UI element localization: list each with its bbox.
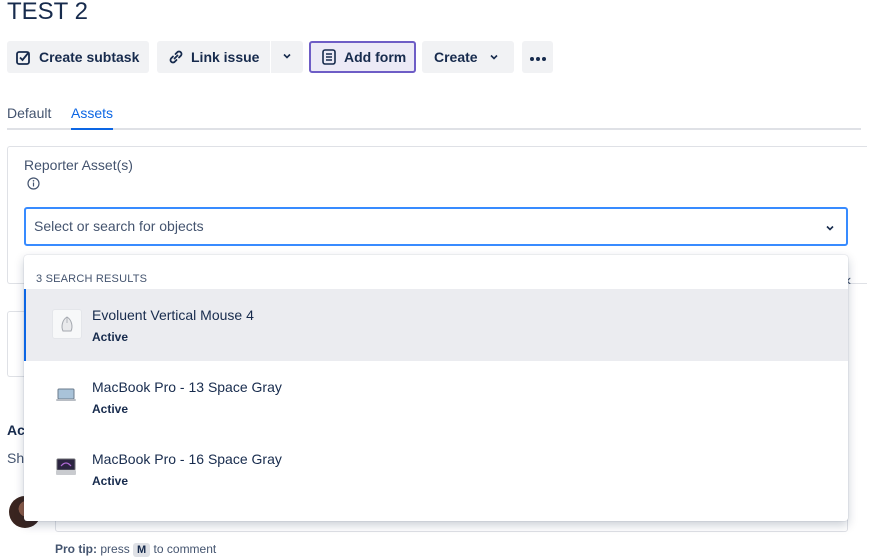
- add-form-button[interactable]: Add form: [309, 41, 416, 73]
- link-icon: [167, 48, 185, 66]
- result-option[interactable]: MacBook Pro - 13 Space Gray Active: [24, 361, 848, 433]
- subtask-icon: [15, 48, 33, 66]
- chevron-down-icon: [281, 49, 293, 65]
- result-option[interactable]: MacBook Pro - 16 Space Gray Active: [24, 433, 848, 505]
- show-label: Sh: [7, 450, 25, 466]
- link-issue-label: Link issue: [191, 49, 260, 65]
- result-name: Evoluent Vertical Mouse 4: [92, 307, 254, 323]
- result-status: Active: [92, 474, 129, 488]
- create-label: Create: [434, 49, 478, 65]
- reporter-assets-label: Reporter Asset(s): [24, 157, 133, 173]
- link-issue-dropdown-button[interactable]: [271, 41, 303, 73]
- tab-default[interactable]: Default: [7, 104, 51, 122]
- info-icon[interactable]: [27, 177, 40, 190]
- asset-search-select[interactable]: Select or search for objects: [24, 207, 848, 246]
- create-subtask-button[interactable]: Create subtask: [7, 41, 149, 73]
- field-tabs: Default Assets: [7, 104, 861, 130]
- results-count: 3 SEARCH RESULTS: [36, 273, 148, 285]
- result-option[interactable]: Evoluent Vertical Mouse 4 Active: [24, 289, 848, 361]
- form-icon: [320, 48, 338, 66]
- create-subtask-label: Create subtask: [39, 49, 140, 65]
- activity-heading: Ac: [7, 422, 25, 438]
- more-icon: [529, 49, 547, 65]
- laptop-icon: [52, 453, 80, 481]
- add-form-label: Add form: [344, 49, 407, 65]
- asset-search-placeholder: Select or search for objects: [34, 218, 204, 234]
- mouse-icon: [52, 309, 82, 339]
- result-status: Active: [92, 330, 129, 344]
- result-name: MacBook Pro - 16 Space Gray: [92, 451, 282, 467]
- result-status: Active: [92, 402, 129, 416]
- tab-assets[interactable]: Assets: [71, 104, 114, 130]
- result-name: MacBook Pro - 13 Space Gray: [92, 379, 282, 395]
- link-issue-button[interactable]: Link issue: [157, 41, 270, 73]
- chevron-down-icon[interactable]: [824, 221, 836, 233]
- laptop-icon: [52, 381, 80, 409]
- more-actions-button[interactable]: [522, 41, 553, 73]
- create-button[interactable]: Create: [422, 41, 514, 73]
- asset-search-results: 3 SEARCH RESULTS Evoluent Vertical Mouse…: [24, 255, 848, 521]
- pro-tip-label: Pro tip:: [55, 542, 97, 556]
- pro-tip-post: to comment: [153, 542, 217, 556]
- chevron-down-icon: [488, 51, 500, 63]
- issue-title: TEST 2: [7, 0, 88, 25]
- pro-tip-pre: press: [100, 542, 130, 556]
